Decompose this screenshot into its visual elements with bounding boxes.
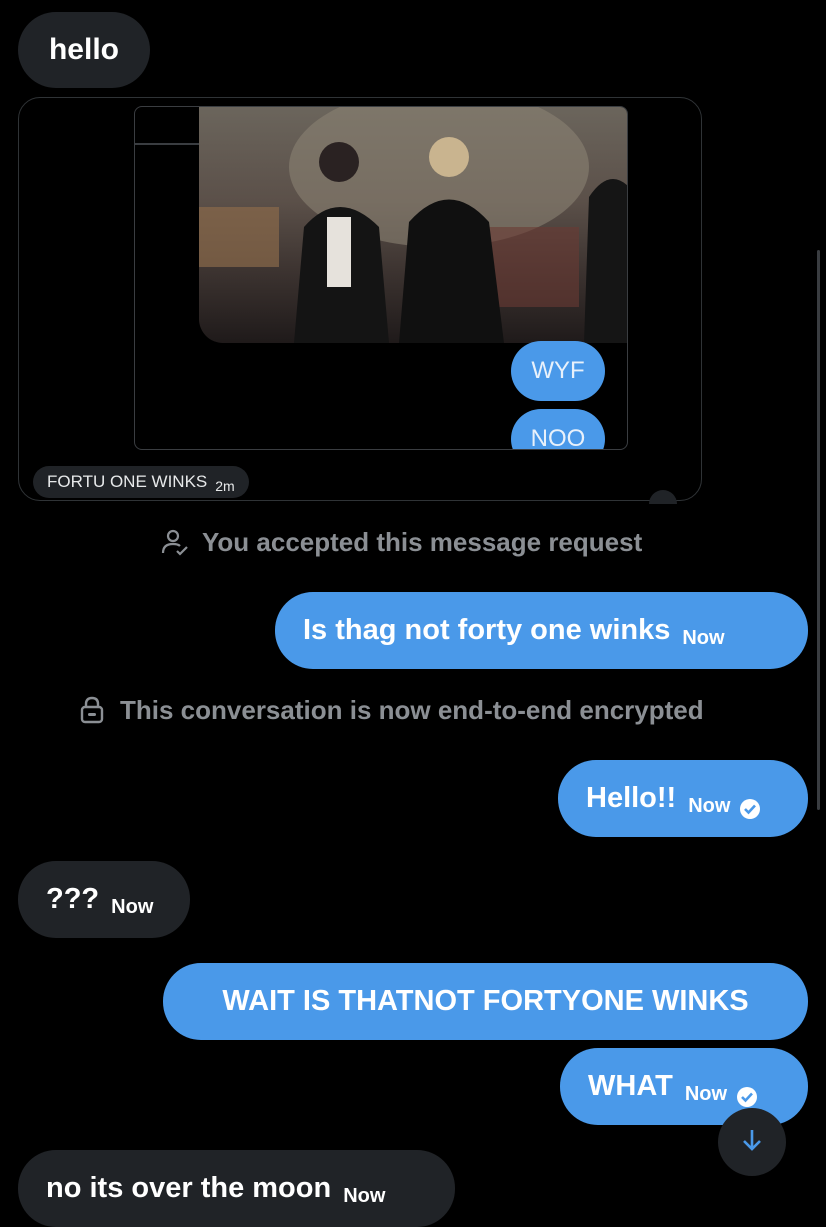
- incoming-message[interactable]: no its over the moon Now: [18, 1150, 455, 1227]
- accepted-notice: You accepted this message request: [160, 522, 642, 562]
- embedded-bubble-text: NOO: [530, 425, 586, 450]
- message-text: hello: [48, 33, 119, 66]
- reaction-button[interactable]: [649, 490, 677, 504]
- message-text: WHAT: [588, 1070, 673, 1102]
- outgoing-message[interactable]: Hello!! Now: [558, 760, 808, 837]
- shared-screenshot: WYF NOO: [134, 106, 628, 450]
- outgoing-message[interactable]: Is thag not forty one winks Now: [275, 592, 808, 669]
- message-time: Now: [343, 1185, 386, 1207]
- check-circle-icon: [740, 798, 761, 819]
- message-text: ???: [46, 883, 100, 915]
- scroll-to-bottom-button[interactable]: [718, 1108, 786, 1176]
- outgoing-message[interactable]: WAIT IS THATNOT FORTYONE WINKS: [163, 963, 808, 1040]
- scrollbar[interactable]: [817, 250, 820, 810]
- caption-text: FORTU ONE WINKS: [47, 472, 208, 491]
- encryption-notice: This conversation is now end-to-end encr…: [78, 690, 704, 730]
- encryption-notice-text: This conversation is now end-to-end encr…: [120, 694, 704, 725]
- accepted-notice-text: You accepted this message request: [202, 526, 643, 557]
- media-caption: FORTU ONE WINKS 2m: [33, 466, 249, 498]
- incoming-message[interactable]: hello: [18, 12, 150, 88]
- incoming-message[interactable]: ??? Now: [18, 861, 190, 938]
- screenshot-header-line: [135, 143, 201, 145]
- message-text: WAIT IS THATNOT FORTYONE WINKS: [222, 985, 749, 1017]
- person-check-icon: [160, 527, 190, 557]
- message-text: Hello!!: [586, 782, 677, 814]
- shared-post-card[interactable]: WYF NOO FORTU ONE WINKS 2m: [18, 97, 702, 504]
- message-time: Now: [682, 627, 725, 649]
- stage-scene: [199, 107, 627, 343]
- caption-time: 2m: [215, 478, 235, 494]
- embedded-bubble: WYF: [511, 341, 605, 401]
- stage-photo: [199, 107, 627, 343]
- embedded-bubble-text: WYF: [531, 357, 585, 384]
- arrow-down-icon: [740, 1127, 764, 1158]
- embedded-bubble: NOO: [511, 409, 605, 450]
- message-time: Now: [688, 795, 731, 817]
- message-time: Now: [684, 1083, 728, 1105]
- check-circle-icon: [737, 1086, 758, 1107]
- message-time: Now: [111, 896, 154, 918]
- message-text: no its over the moon: [46, 1172, 332, 1204]
- message-text: Is thag not forty one winks: [303, 614, 671, 646]
- lock-icon: [78, 695, 106, 725]
